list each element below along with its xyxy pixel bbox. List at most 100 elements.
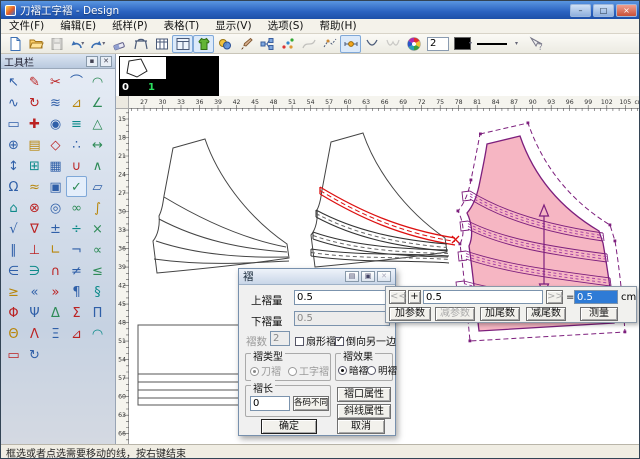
palette-tool[interactable]: ∪: [66, 155, 87, 176]
palette-tool[interactable]: Φ: [3, 302, 24, 323]
palette-tool[interactable]: ∥: [3, 239, 24, 260]
palette-tool[interactable]: »: [45, 281, 66, 302]
palette-tool[interactable]: Θ: [3, 323, 24, 344]
palette-tool[interactable]: ≤: [87, 260, 108, 281]
notch-properties-button[interactable]: 褶口属性: [337, 387, 391, 402]
palette-tool[interactable]: ≡: [66, 113, 87, 134]
rack-icon[interactable]: [130, 35, 151, 53]
ok-button[interactable]: 确定: [261, 419, 317, 434]
palette-tool[interactable]: ∴: [66, 134, 87, 155]
line-style-dropdown-icon[interactable]: ▾: [515, 40, 521, 47]
palette-tool[interactable]: ✎: [24, 71, 45, 92]
box-pleat-radio[interactable]: 工字褶: [288, 363, 329, 378]
palette-tool[interactable]: Ξ: [45, 323, 66, 344]
base-pattern-outline[interactable]: [153, 139, 289, 273]
upper-pleat-input[interactable]: [294, 290, 390, 305]
palette-tool[interactable]: ↻: [24, 344, 45, 365]
palette-tool[interactable]: ◠: [87, 71, 108, 92]
palette-tool[interactable]: «: [24, 281, 45, 302]
palette-tool[interactable]: ⊞: [24, 155, 45, 176]
plus-button[interactable]: +: [408, 290, 421, 304]
context-help-icon[interactable]: ?: [525, 35, 546, 53]
link-icon[interactable]: [256, 35, 277, 53]
palette-tool[interactable]: ∝: [87, 239, 108, 260]
lower-pleat-input[interactable]: [294, 311, 390, 326]
palette-tool[interactable]: Π: [87, 302, 108, 323]
menu-edit[interactable]: 编辑(E): [52, 19, 104, 34]
menu-options[interactable]: 选项(S): [260, 19, 312, 34]
palette-tool[interactable]: ▱: [87, 176, 108, 197]
palette-tool[interactable]: ✓: [66, 176, 87, 197]
palette-tool[interactable]: ×: [87, 218, 108, 239]
palette-tool[interactable]: ✚: [24, 113, 45, 134]
palette-tool[interactable]: ≠: [66, 260, 87, 281]
palette-tool[interactable]: ✂: [45, 71, 66, 92]
dialog-close-icon[interactable]: ✕: [377, 271, 391, 282]
brush-icon[interactable]: [235, 35, 256, 53]
palette-tool[interactable]: ¶: [66, 281, 87, 302]
minimize-button[interactable]: –: [570, 4, 591, 17]
palette-tool[interactable]: ↻: [24, 92, 45, 113]
pattern-list-bar[interactable]: 0 1: [119, 56, 219, 96]
expression-input[interactable]: [423, 290, 543, 304]
palette-tool[interactable]: Ψ: [24, 302, 45, 323]
palette-tool[interactable]: ∟: [45, 239, 66, 260]
menu-table[interactable]: 表格(T): [156, 19, 208, 34]
line-style-select[interactable]: [477, 37, 515, 50]
redo-icon[interactable]: ▾: [88, 35, 109, 53]
menu-help[interactable]: 帮助(H): [311, 19, 364, 34]
palette-tool[interactable]: ▦: [45, 155, 66, 176]
result-input[interactable]: [574, 290, 618, 304]
point-line-icon[interactable]: [340, 35, 361, 53]
palette-tool[interactable]: △: [87, 113, 108, 134]
hidden-pleat-radio[interactable]: 暗褶: [338, 363, 368, 377]
menu-view[interactable]: 显示(V): [207, 19, 259, 34]
palette-tool[interactable]: ∇: [24, 218, 45, 239]
knife-pleat-radio[interactable]: 刀褶: [250, 363, 281, 378]
palette-tool[interactable]: ≈: [24, 176, 45, 197]
line-width-input[interactable]: [427, 37, 449, 51]
palette-tool[interactable]: ↖: [3, 71, 24, 92]
table-icon[interactable]: [151, 35, 172, 53]
curve-icon[interactable]: [298, 35, 319, 53]
show-pattern-icon[interactable]: [193, 35, 214, 53]
palette-tool[interactable]: Λ: [24, 323, 45, 344]
palette-tool[interactable]: ≥: [3, 281, 24, 302]
palette-tool[interactable]: ∫: [87, 197, 108, 218]
palette-tool[interactable]: ⌒: [66, 71, 87, 92]
line-color-dropdown-icon[interactable]: ▾: [469, 40, 475, 47]
palette-tool[interactable]: Δ: [45, 302, 66, 323]
palette-close-icon[interactable]: ✕: [100, 56, 112, 67]
add-tail-button[interactable]: 加尾数: [480, 307, 520, 321]
pin-icon[interactable]: ▪: [86, 56, 98, 67]
sub-tail-button[interactable]: 减尾数: [526, 307, 566, 321]
v-curve-icon[interactable]: [361, 35, 382, 53]
dialog-restore-icon[interactable]: ▣: [361, 271, 375, 282]
palette-tool[interactable]: ⌂: [3, 197, 24, 218]
visible-pleat-radio[interactable]: 明褶: [367, 363, 397, 377]
menu-file[interactable]: 文件(F): [1, 19, 52, 34]
sub-param-button[interactable]: 减参数: [435, 307, 475, 321]
palette-tool[interactable]: ∩: [45, 260, 66, 281]
palette-tool[interactable]: ▭: [3, 344, 24, 365]
palette-tool[interactable]: ∋: [24, 260, 45, 281]
per-size-button[interactable]: 各码不同: [293, 396, 329, 411]
palette-tool[interactable]: ∞: [66, 197, 87, 218]
palette-tool[interactable]: ⊿: [66, 323, 87, 344]
palette-tool[interactable]: ▭: [3, 113, 24, 134]
palette-tool[interactable]: ∈: [3, 260, 24, 281]
add-param-button[interactable]: 加参数: [389, 307, 431, 321]
palette-tool[interactable]: ▤: [24, 134, 45, 155]
palette-tool[interactable]: ≋: [45, 92, 66, 113]
palette-tool[interactable]: ∿: [3, 92, 24, 113]
palette-tool[interactable]: ÷: [66, 218, 87, 239]
fan-pleat-checkbox[interactable]: 扇形褶: [295, 333, 336, 348]
menu-pattern[interactable]: 纸样(P): [104, 19, 156, 34]
pleat-dialog-titlebar[interactable]: 褶 ▤ ▣ ✕: [239, 269, 395, 285]
w-curve-icon[interactable]: [382, 35, 403, 53]
palette-tool[interactable]: ¬: [66, 239, 87, 260]
work-window-icon[interactable]: [172, 35, 193, 53]
palette-tool[interactable]: ◇: [45, 134, 66, 155]
palette-tool[interactable]: ∧: [87, 155, 108, 176]
palette-tool[interactable]: ±: [45, 218, 66, 239]
